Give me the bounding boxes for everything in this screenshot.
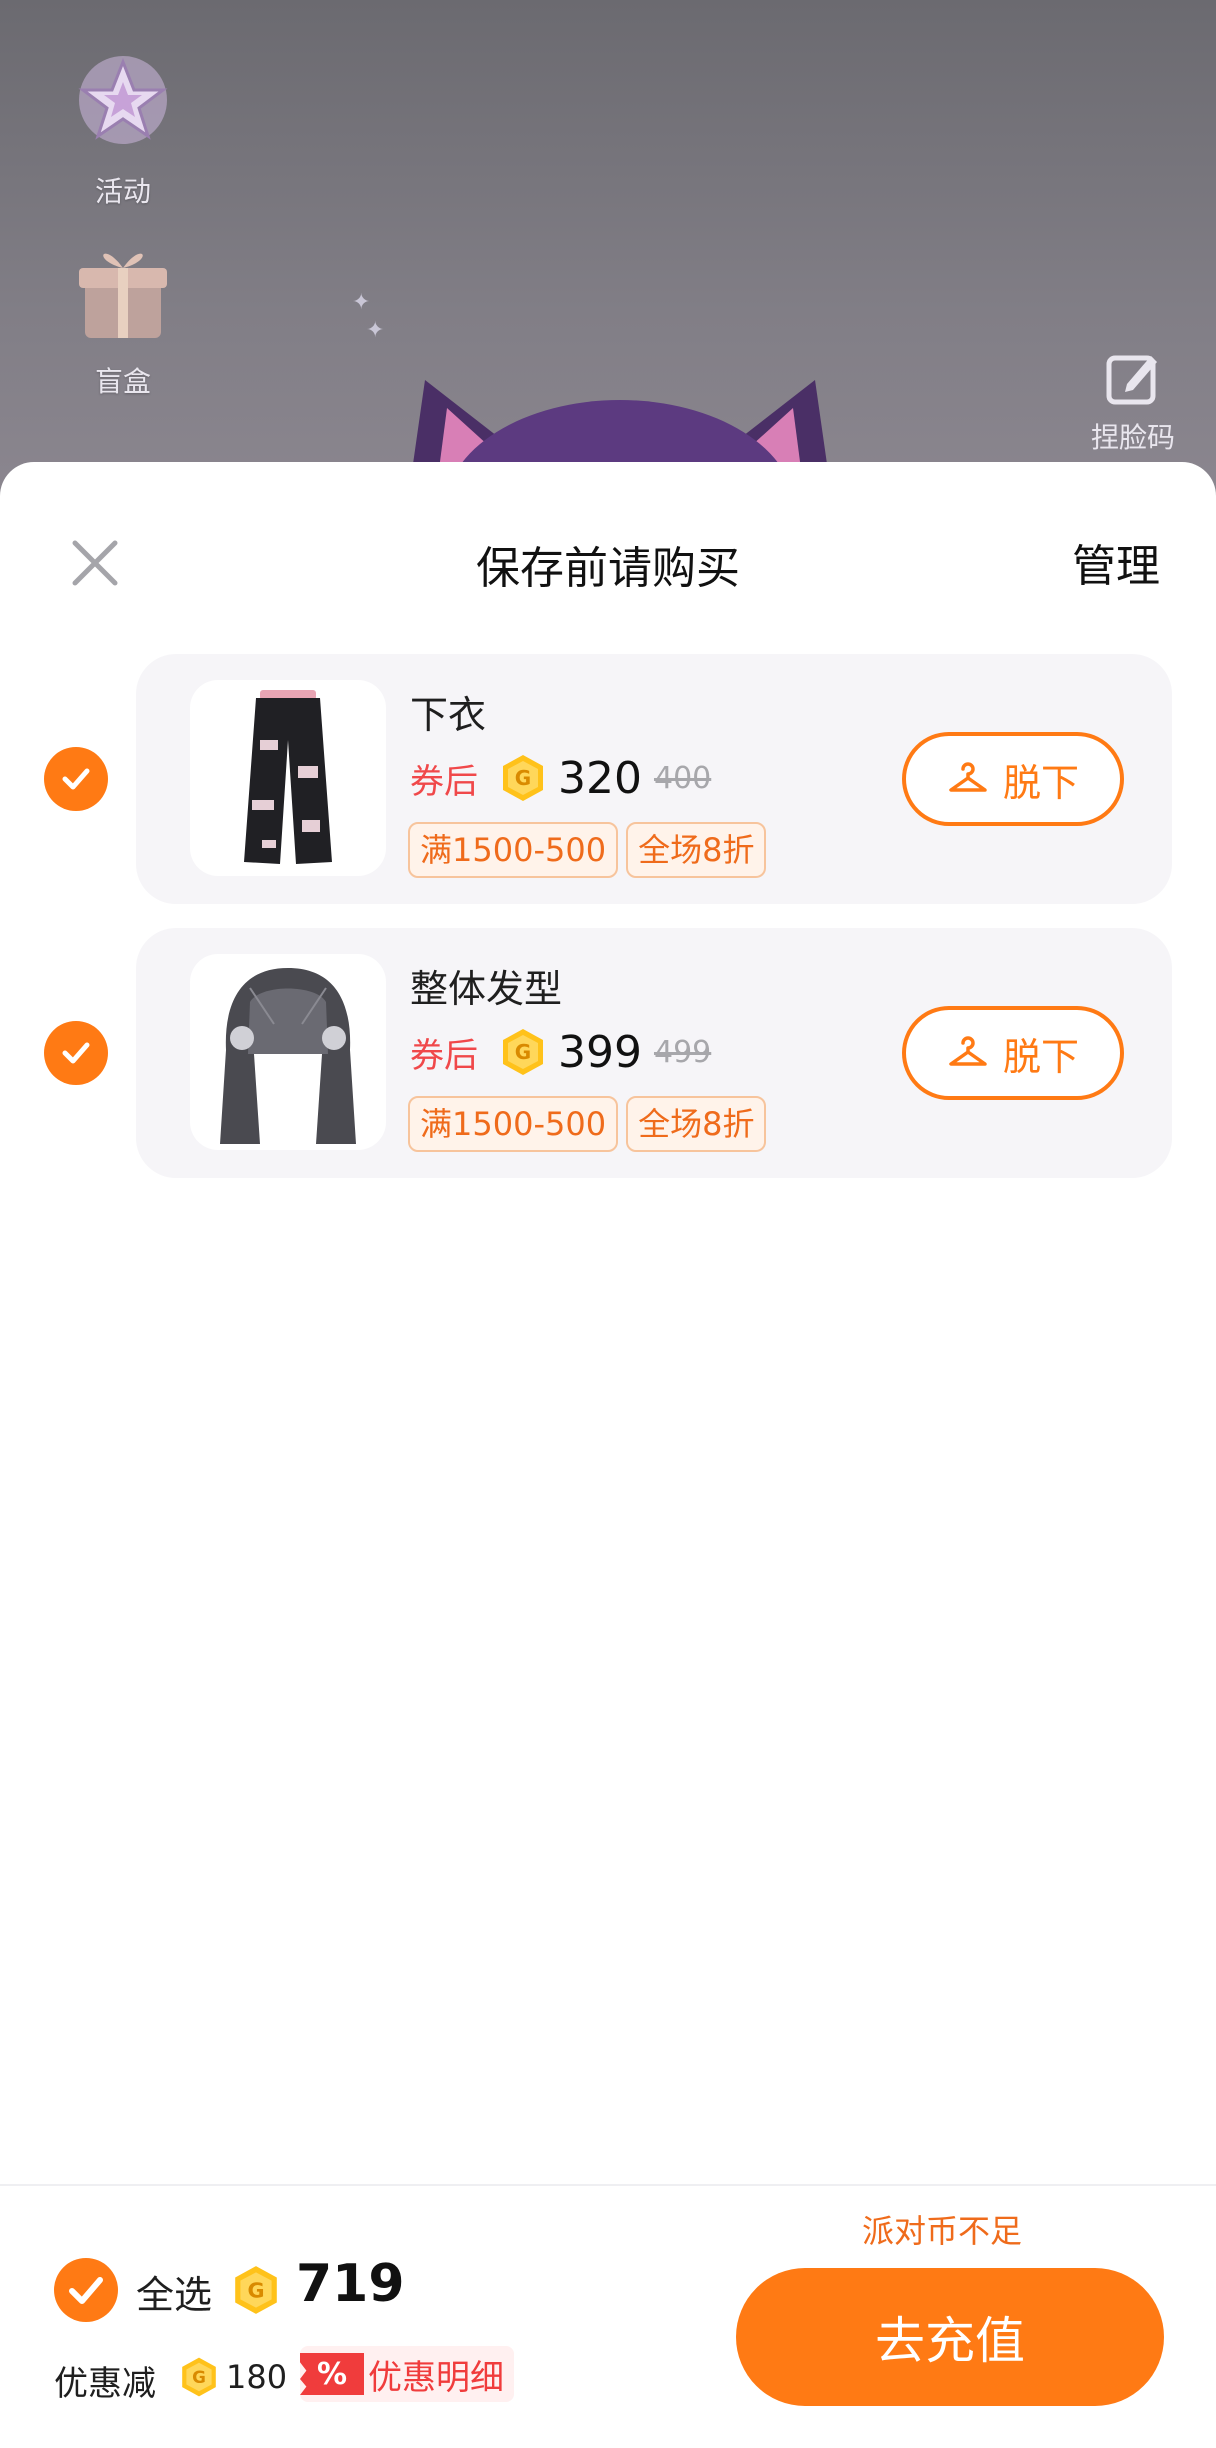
item-price: 320	[558, 752, 642, 804]
after-coupon-label: 券后	[410, 761, 478, 802]
party-coin-icon: G	[503, 755, 543, 801]
take-off-button[interactable]: 脱下	[902, 1006, 1124, 1100]
svg-text:G: G	[515, 1040, 531, 1064]
cart-item: 下衣 券后 G 320 400 满1500-500 全场8折 脱下	[0, 654, 1216, 904]
cart-item: 整体发型 券后 G 399 499 满1500-500 全场8折 脱下	[0, 928, 1216, 1178]
manage-button[interactable]: 管理	[1072, 530, 1160, 594]
check-icon	[62, 768, 90, 790]
total-price: 719	[296, 2254, 405, 2314]
promo-tag: 满1500-500	[408, 1096, 619, 1152]
party-coin-icon: G	[235, 2266, 277, 2314]
checkout-bar: 派对币不足 全选 G 719 优惠减 G 180 % 优惠明细 去充值	[0, 2184, 1216, 2448]
discount-detail-link[interactable]: % 优惠明细	[300, 2346, 514, 2402]
discount-ticket-icon: %	[300, 2353, 364, 2395]
item-price: 399	[558, 1026, 642, 1078]
item-card[interactable]: 下衣 券后 G 320 400 满1500-500 全场8折 脱下	[136, 654, 1172, 904]
sparkle-icon: ✦	[366, 318, 385, 343]
party-coin-icon: G	[503, 1029, 543, 1075]
after-coupon-label: 券后	[410, 1035, 478, 1076]
item-name: 下衣	[410, 693, 487, 737]
sparkle-icon: ✦	[352, 290, 371, 315]
gift-box-icon	[79, 253, 167, 338]
recharge-button[interactable]: 去充值	[736, 2268, 1164, 2406]
item-checkbox[interactable]	[44, 1021, 108, 1085]
edit-square-icon	[1106, 355, 1157, 405]
item-original-price: 400	[653, 760, 712, 796]
party-coin-icon: G	[182, 2357, 216, 2397]
item-card[interactable]: 整体发型 券后 G 399 499 满1500-500 全场8折 脱下	[136, 928, 1172, 1178]
svg-text:G: G	[515, 766, 531, 790]
sheet-header: 保存前请购买 管理	[0, 462, 1216, 652]
promo-tag: 全场8折	[626, 1096, 767, 1152]
take-off-label: 脱下	[1002, 1034, 1079, 1079]
select-all-checkbox[interactable]	[54, 2258, 118, 2322]
hanger-icon	[949, 1036, 987, 1066]
discount-label: 优惠减	[54, 2364, 156, 2404]
side-menu-activity-label: 活动	[94, 175, 151, 208]
check-icon	[62, 1042, 90, 1064]
face-code-button[interactable]: 捏脸码	[1078, 348, 1188, 456]
select-all-label[interactable]: 全选	[136, 2264, 212, 2319]
item-promo-tags: 满1500-500 全场8折	[408, 822, 774, 878]
side-menu-activity[interactable]: 活动	[48, 40, 198, 210]
item-promo-tags: 满1500-500 全场8折	[408, 1096, 774, 1152]
face-code-label: 捏脸码	[1090, 421, 1175, 454]
purchase-sheet: 保存前请购买 管理 下衣 券后 G 320 400 满1500-500 全场8折…	[0, 462, 1216, 2448]
item-checkbox[interactable]	[44, 747, 108, 811]
discount-amount: 180	[226, 2358, 288, 2396]
promo-tag: 全场8折	[626, 822, 767, 878]
take-off-button[interactable]: 脱下	[902, 732, 1124, 826]
item-thumbnail[interactable]	[190, 680, 386, 876]
ripped-pants-image	[244, 690, 332, 864]
star-badge-icon	[78, 56, 168, 144]
discount-detail-label: 优惠明细	[368, 2357, 504, 2398]
take-off-label: 脱下	[1002, 760, 1079, 805]
sheet-title: 保存前请购买	[476, 543, 740, 594]
item-price-line: 券后 G 399 499	[410, 1024, 711, 1080]
insufficient-coins-notice: 派对币不足	[862, 2212, 1023, 2250]
side-menu-blindbox[interactable]: 盲盒	[48, 230, 198, 400]
svg-text:G: G	[192, 2367, 206, 2387]
item-original-price: 499	[653, 1034, 712, 1070]
item-name: 整体发型	[410, 967, 563, 1011]
svg-text:G: G	[247, 2278, 264, 2302]
hairstyle-image	[220, 968, 356, 1144]
game-scene-background: 活动 盲盒 ✦ ✦ 捏脸码	[0, 0, 1216, 520]
hanger-icon	[949, 762, 987, 792]
item-price-line: 券后 G 320 400	[410, 750, 711, 806]
item-thumbnail[interactable]	[190, 954, 386, 1150]
promo-tag: 满1500-500	[408, 822, 619, 878]
side-menu-blindbox-label: 盲盒	[94, 365, 151, 398]
